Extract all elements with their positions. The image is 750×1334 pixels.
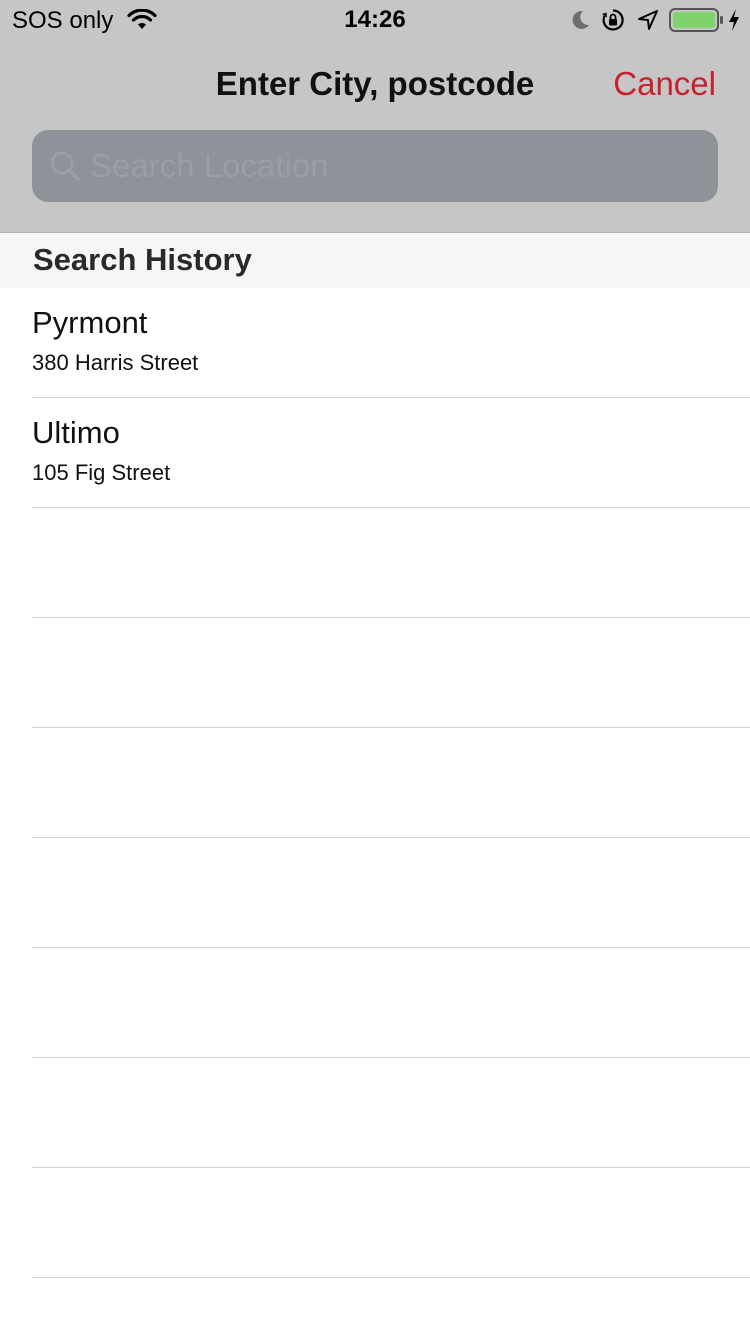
location-icon — [638, 10, 658, 30]
header-area: SOS only 14:26 Enter City, postcode Canc… — [0, 0, 750, 233]
list-item[interactable]: Ultimo 105 Fig Street — [32, 398, 750, 508]
list-item[interactable]: Pyrmont 380 Harris Street — [32, 288, 750, 398]
empty-list-row — [32, 1168, 750, 1278]
section-title: Search History — [33, 242, 252, 277]
empty-list-row — [32, 838, 750, 948]
battery-icon — [669, 8, 723, 32]
status-bar: SOS only 14:26 — [0, 0, 750, 40]
search-history-header: Search History — [0, 233, 750, 288]
empty-list-row — [32, 508, 750, 618]
list-item-subtitle: 380 Harris Street — [32, 350, 199, 375]
empty-list-row — [32, 1058, 750, 1168]
empty-list-row — [32, 618, 750, 728]
empty-list-row — [32, 728, 750, 838]
list-item-subtitle: 105 Fig Street — [32, 460, 171, 485]
search-icon — [50, 151, 80, 181]
cancel-button[interactable]: Cancel — [613, 64, 716, 104]
moon-icon — [572, 10, 589, 29]
list-item-title: Ultimo — [32, 415, 120, 450]
lock-rotation-icon — [602, 9, 624, 31]
search-input[interactable] — [90, 130, 700, 202]
empty-list-row — [32, 948, 750, 1058]
list-item-title: Pyrmont — [32, 305, 148, 340]
search-field[interactable] — [32, 130, 718, 202]
charging-icon — [729, 9, 739, 31]
search-history-list: Pyrmont 380 Harris Street Ultimo 105 Fig… — [0, 288, 750, 1278]
